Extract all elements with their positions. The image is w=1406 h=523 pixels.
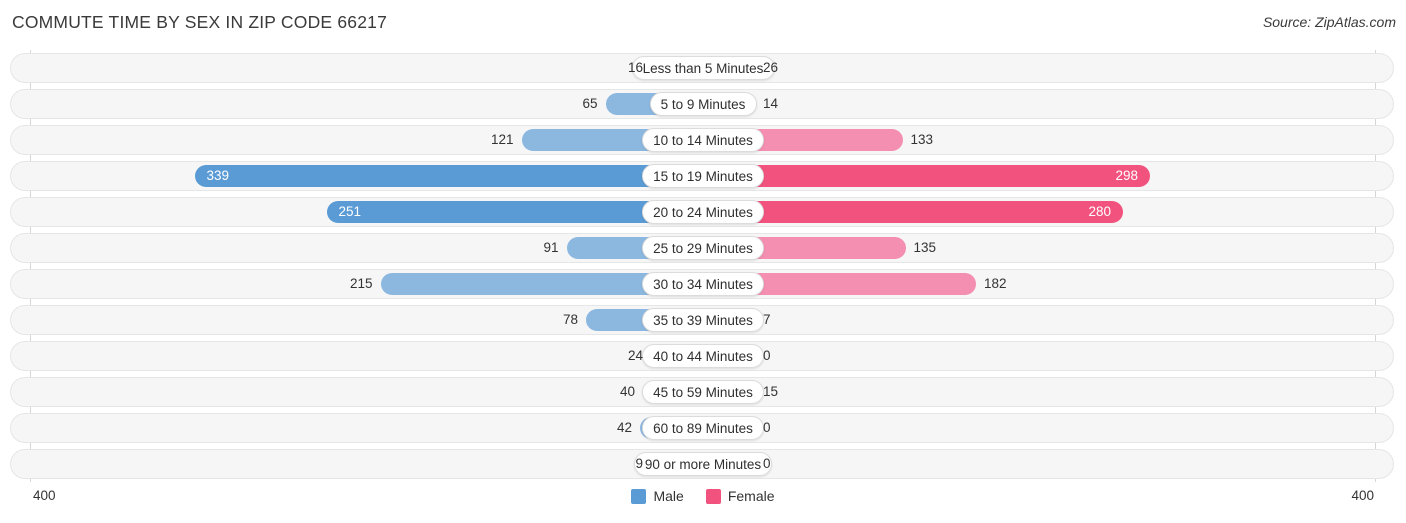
value-label-male: 251 bbox=[338, 204, 362, 219]
legend-label-female: Female bbox=[727, 488, 775, 504]
value-label-female: 0 bbox=[763, 420, 771, 435]
source-attribution: Source: ZipAtlas.com bbox=[1262, 14, 1396, 30]
legend-item-female[interactable]: Female bbox=[705, 488, 775, 504]
value-label-female: 7 bbox=[763, 312, 771, 327]
legend-label-male: Male bbox=[653, 488, 684, 504]
bar-male[interactable] bbox=[194, 165, 703, 187]
category-label-pill: 15 to 19 Minutes bbox=[642, 164, 764, 188]
category-label-pill: 10 to 14 Minutes bbox=[642, 128, 764, 152]
value-label-male: 121 bbox=[490, 132, 514, 147]
value-label-female: 14 bbox=[763, 96, 779, 111]
chart-row[interactable]: 5 to 9 Minutes 65 14 bbox=[10, 89, 1394, 119]
value-label-male: 65 bbox=[582, 96, 598, 111]
value-label-male: 40 bbox=[619, 384, 635, 399]
legend-swatch-female-icon bbox=[705, 488, 721, 504]
value-label-male: 24 bbox=[627, 348, 643, 363]
category-label-pill: 25 to 29 Minutes bbox=[642, 236, 764, 260]
value-label-female: 15 bbox=[763, 384, 779, 399]
value-label-male: 215 bbox=[349, 276, 373, 291]
value-label-male: 9 bbox=[635, 456, 643, 471]
chart-row[interactable]: 10 to 14 Minutes 121 133 bbox=[10, 125, 1394, 155]
chart-footer: 400 400 Male Female bbox=[0, 482, 1406, 523]
value-label-female: 26 bbox=[763, 60, 779, 75]
value-label-female: 135 bbox=[913, 240, 937, 255]
value-label-female: 133 bbox=[910, 132, 934, 147]
chart-row[interactable]: 20 to 24 Minutes 251 280 bbox=[10, 197, 1394, 227]
chart-row[interactable]: 45 to 59 Minutes 40 15 bbox=[10, 377, 1394, 407]
category-label-pill: 30 to 34 Minutes bbox=[642, 272, 764, 296]
value-label-male: 78 bbox=[562, 312, 578, 327]
chart-row[interactable]: 90 or more Minutes 9 0 bbox=[10, 449, 1394, 479]
category-label-pill: 90 or more Minutes bbox=[634, 452, 772, 476]
chart-row[interactable]: 35 to 39 Minutes 78 7 bbox=[10, 305, 1394, 335]
value-label-male: 42 bbox=[616, 420, 632, 435]
value-label-female: 0 bbox=[763, 348, 771, 363]
page-title: COMMUTE TIME BY SEX IN ZIP CODE 66217 bbox=[12, 12, 388, 32]
chart-plot-area: Less than 5 Minutes 16 26 5 to 9 Minutes 65 1… bbox=[0, 50, 1406, 482]
category-label-pill: 40 to 44 Minutes bbox=[642, 344, 764, 368]
chart-row[interactable]: 25 to 29 Minutes 91 135 bbox=[10, 233, 1394, 263]
category-label-pill: 45 to 59 Minutes bbox=[642, 380, 764, 404]
value-label-female: 280 bbox=[1088, 204, 1111, 219]
value-label-male: 339 bbox=[206, 168, 230, 183]
legend-swatch-male-icon bbox=[631, 488, 647, 504]
category-label-pill: Less than 5 Minutes bbox=[631, 56, 775, 80]
category-label-pill: 35 to 39 Minutes bbox=[642, 308, 764, 332]
value-label-male: 16 bbox=[627, 60, 643, 75]
value-label-female: 0 bbox=[763, 456, 771, 471]
chart-header: COMMUTE TIME BY SEX IN ZIP CODE 66217 So… bbox=[0, 0, 1406, 44]
chart-legend: Male Female bbox=[0, 488, 1406, 504]
legend-item-male[interactable]: Male bbox=[631, 488, 684, 504]
chart-row[interactable]: Less than 5 Minutes 16 26 bbox=[10, 53, 1394, 83]
chart-row[interactable]: 60 to 89 Minutes 42 0 bbox=[10, 413, 1394, 443]
category-label-pill: 20 to 24 Minutes bbox=[642, 200, 764, 224]
value-label-male: 91 bbox=[543, 240, 559, 255]
category-label-pill: 60 to 89 Minutes bbox=[642, 416, 764, 440]
value-label-female: 298 bbox=[1115, 168, 1138, 183]
value-label-female: 182 bbox=[984, 276, 1007, 291]
category-label-pill: 5 to 9 Minutes bbox=[649, 92, 757, 116]
chart-row[interactable]: 15 to 19 Minutes 339 298 bbox=[10, 161, 1394, 191]
chart-row[interactable]: 30 to 34 Minutes 215 182 bbox=[10, 269, 1394, 299]
chart-row[interactable]: 40 to 44 Minutes 24 0 bbox=[10, 341, 1394, 371]
